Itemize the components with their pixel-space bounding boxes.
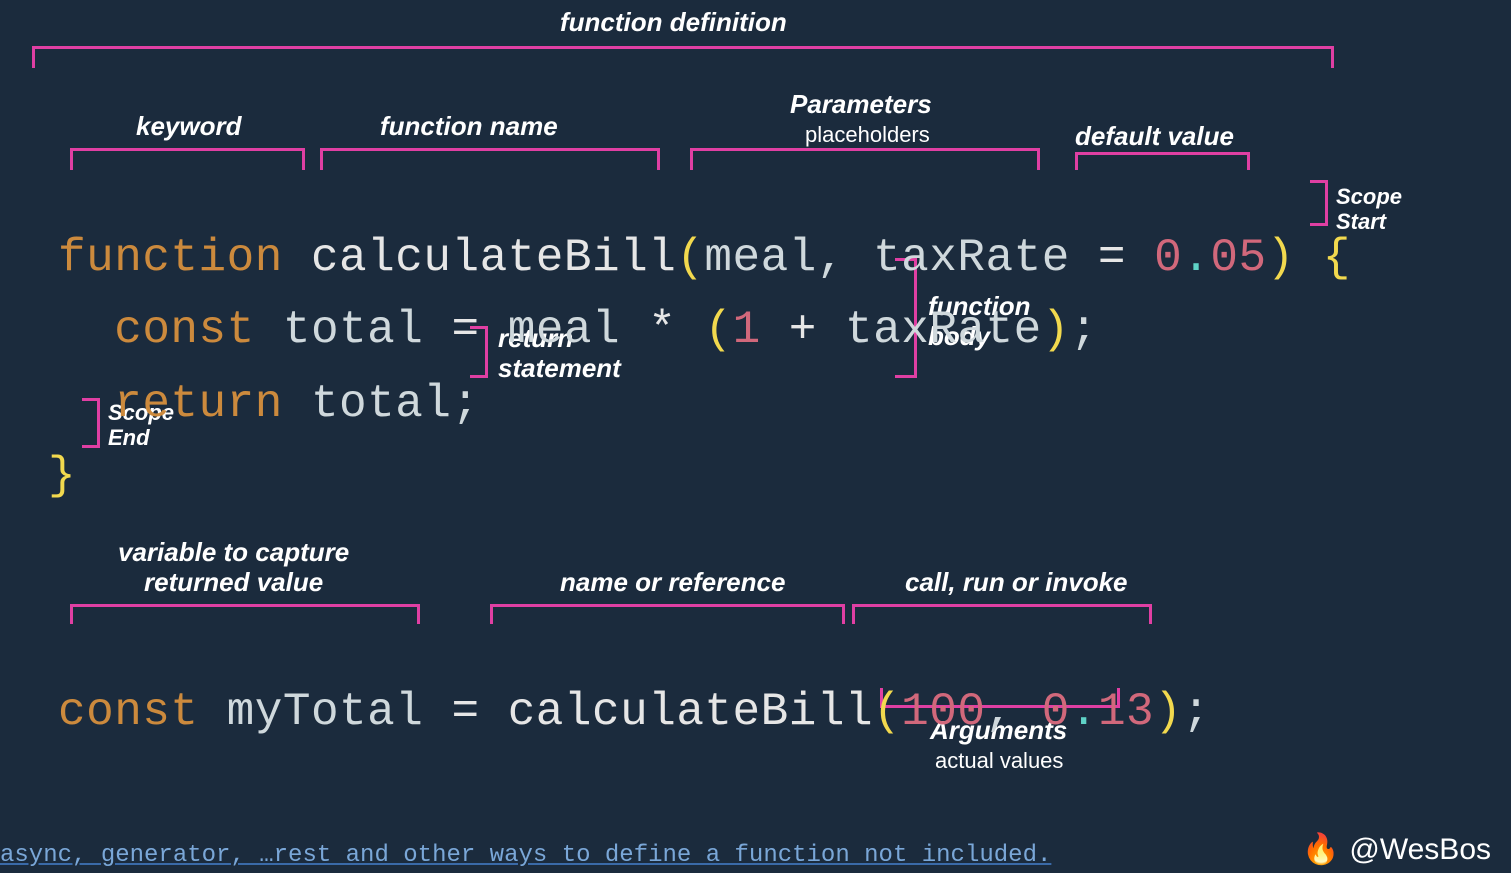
token-taxrate: taxRate — [845, 304, 1042, 356]
label-default-value: default value — [1075, 122, 1234, 152]
token-meal: meal — [508, 304, 649, 356]
token-lparen2: ( — [704, 304, 732, 356]
sublabel-actual-values: actual values — [935, 748, 1063, 774]
token-num-0: 0 — [1154, 232, 1182, 284]
token-total2: total — [311, 378, 452, 430]
label-parameters: Parameters — [790, 90, 932, 120]
label-call-run-invoke: call, run or invoke — [905, 568, 1128, 598]
bracket-function-definition — [32, 46, 1334, 68]
bracket-name-or-ref — [490, 604, 845, 624]
token-comma5: , — [986, 686, 1042, 738]
token-brace-close: } — [48, 450, 76, 502]
code-line-3: return total; — [58, 326, 480, 430]
label-var-capture: variable to capture returned value — [118, 538, 349, 598]
token-mytotal: myTotal — [227, 686, 452, 738]
token-keyword-return: return — [114, 378, 311, 430]
token-dot: . — [1182, 232, 1210, 284]
token-keyword-const2: const — [58, 686, 227, 738]
bracket-parameters — [690, 148, 1040, 170]
fire-icon: 🔥 — [1302, 832, 1339, 867]
label-keyword: keyword — [136, 112, 242, 142]
token-eq5: = — [451, 686, 507, 738]
token-dot5: . — [1070, 686, 1098, 738]
bracket-function-name — [320, 148, 660, 170]
token-brace-open: { — [1323, 232, 1351, 284]
token-plus: + — [789, 304, 845, 356]
bracket-call — [852, 604, 1152, 624]
token-fn-ref: calculateBill — [508, 686, 873, 738]
sublabel-placeholders: placeholders — [805, 122, 930, 148]
code-line-5: const myTotal = calculateBill(100, 0.13)… — [58, 634, 1210, 738]
code-line-4: } — [48, 398, 76, 502]
token-semi5: ; — [1182, 686, 1210, 738]
token-arg-0: 0 — [1042, 686, 1070, 738]
token-num-1: 1 — [733, 304, 789, 356]
label-function-name: function name — [380, 112, 558, 142]
label-function-definition: function definition — [560, 8, 787, 38]
token-num-05: 05 — [1210, 232, 1266, 284]
bracket-keyword — [70, 148, 305, 170]
token-rparen5: ) — [1154, 686, 1182, 738]
bracket-default-value — [1075, 152, 1250, 170]
token-eq: = — [1098, 232, 1154, 284]
token-arg-100: 100 — [901, 686, 985, 738]
token-semi3: ; — [451, 378, 479, 430]
credit-handle: @WesBos — [1349, 833, 1491, 867]
bracket-var-capture — [70, 604, 420, 624]
credit: 🔥 @WesBos — [1302, 832, 1491, 867]
token-star: * — [648, 304, 704, 356]
token-semi: ; — [1070, 304, 1098, 356]
token-rparen2: ) — [1042, 304, 1070, 356]
footnote-link[interactable]: async, generator, …rest and other ways t… — [0, 842, 1051, 869]
token-arg-13: 13 — [1098, 686, 1154, 738]
token-lparen5: ( — [873, 686, 901, 738]
label-name-or-reference: name or reference — [560, 568, 785, 598]
token-rparen: ) — [1267, 232, 1323, 284]
